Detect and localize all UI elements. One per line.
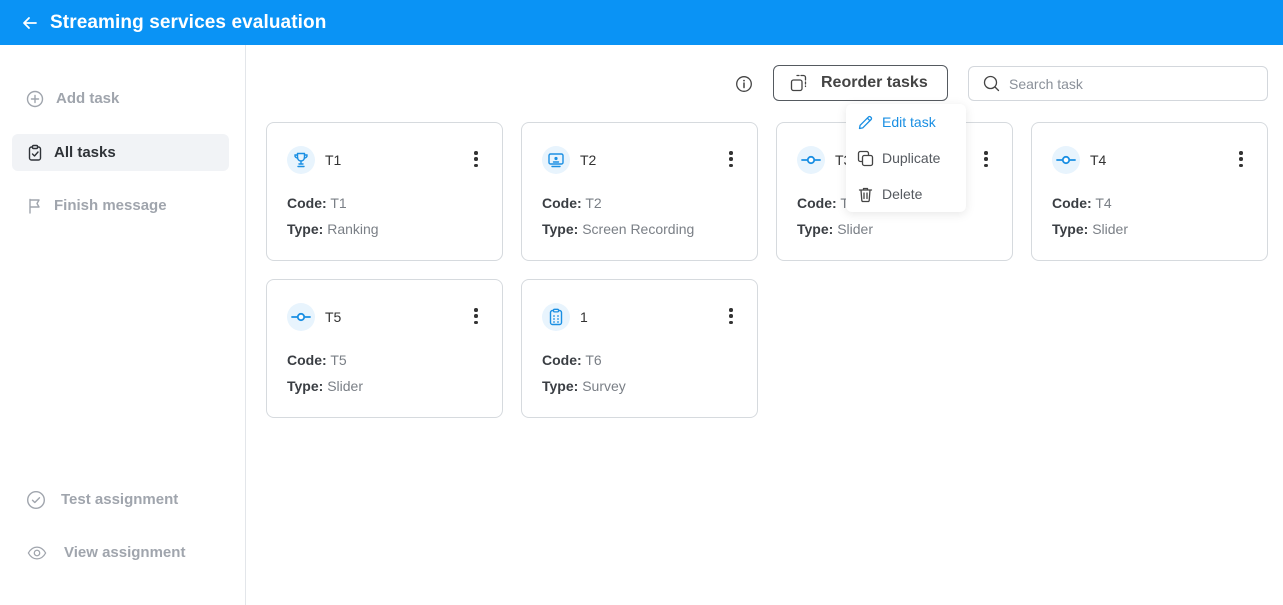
task-card-t4[interactable]: T4 Code: T4 Type: Slider bbox=[1031, 122, 1268, 261]
copy-icon bbox=[856, 149, 874, 167]
task-name: T4 bbox=[1090, 152, 1107, 168]
sidebar-item-test-assignment[interactable]: Test assignment bbox=[12, 481, 229, 518]
task-type: Type: Ranking bbox=[287, 221, 379, 237]
task-type: Type: Survey bbox=[542, 378, 626, 394]
info-icon[interactable] bbox=[734, 74, 754, 94]
menu-item-label: Duplicate bbox=[882, 150, 941, 166]
sidebar-item-view-assignment[interactable]: View assignment bbox=[12, 534, 229, 571]
reorder-icon bbox=[789, 73, 809, 93]
page-title: Streaming services evaluation bbox=[50, 11, 327, 33]
sidebar-item-all-tasks[interactable]: All tasks bbox=[12, 134, 229, 171]
arrow-left-icon[interactable] bbox=[20, 13, 40, 33]
slider-icon bbox=[797, 146, 825, 174]
task-name: T1 bbox=[325, 152, 342, 168]
sidebar-item-label: Add task bbox=[56, 90, 120, 107]
more-options-icon[interactable] bbox=[1233, 149, 1249, 169]
flag-icon bbox=[25, 196, 45, 216]
more-options-icon[interactable] bbox=[723, 149, 739, 169]
menu-item-label: Delete bbox=[882, 186, 923, 202]
task-code: Code: T5 bbox=[287, 352, 347, 368]
task-code: Code: T2 bbox=[542, 195, 602, 211]
pencil-icon bbox=[856, 113, 874, 131]
task-card-t6[interactable]: 1 Code: T6 Type: Survey bbox=[521, 279, 758, 418]
sidebar-item-label: Finish message bbox=[54, 197, 167, 214]
task-card-t1[interactable]: T1 Code: T1 Type: Ranking bbox=[266, 122, 503, 261]
top-bar: Streaming services evaluation bbox=[0, 0, 1283, 45]
task-card-t5[interactable]: T5 Code: T5 Type: Slider bbox=[266, 279, 503, 418]
task-card-t2[interactable]: T2 Code: T2 Type: Screen Recording bbox=[521, 122, 758, 261]
eye-icon bbox=[27, 543, 47, 563]
reorder-tasks-label: Reorder tasks bbox=[821, 74, 928, 91]
sidebar: Add task All tasks Finish message Test a… bbox=[0, 45, 246, 605]
more-options-icon[interactable] bbox=[468, 149, 484, 169]
slider-icon bbox=[1052, 146, 1080, 174]
trophy-icon bbox=[287, 146, 315, 174]
search-icon bbox=[982, 75, 1000, 93]
edit-task-menu-item[interactable]: Edit task bbox=[856, 110, 936, 134]
duplicate-menu-item[interactable]: Duplicate bbox=[856, 146, 940, 170]
delete-menu-item[interactable]: Delete bbox=[856, 182, 922, 206]
task-type: Type: Screen Recording bbox=[542, 221, 695, 237]
task-type: Type: Slider bbox=[1052, 221, 1128, 237]
sidebar-item-label: All tasks bbox=[54, 144, 116, 161]
more-options-icon[interactable] bbox=[978, 149, 994, 169]
task-code: Code: T1 bbox=[287, 195, 347, 211]
plus-circle-icon bbox=[25, 89, 45, 109]
task-type: Type: Slider bbox=[797, 221, 873, 237]
sidebar-item-add-task[interactable]: Add task bbox=[12, 80, 229, 117]
menu-item-label: Edit task bbox=[882, 114, 936, 130]
task-code: Code: T6 bbox=[542, 352, 602, 368]
task-name: T5 bbox=[325, 309, 342, 325]
slider-icon bbox=[287, 303, 315, 331]
reorder-tasks-button[interactable]: Reorder tasks bbox=[773, 65, 948, 101]
search-input[interactable] bbox=[1009, 75, 1249, 92]
screen-recording-icon bbox=[542, 146, 570, 174]
task-name: 1 bbox=[580, 309, 588, 325]
check-circle-icon bbox=[26, 490, 46, 510]
clipboard-check-icon bbox=[25, 143, 45, 163]
task-code: Code: T4 bbox=[1052, 195, 1112, 211]
task-context-menu: Edit task Duplicate Delete bbox=[846, 104, 966, 212]
task-name: T2 bbox=[580, 152, 597, 168]
trash-icon bbox=[856, 185, 874, 203]
sidebar-item-label: View assignment bbox=[64, 544, 186, 561]
sidebar-item-finish-message[interactable]: Finish message bbox=[12, 187, 229, 224]
sidebar-item-label: Test assignment bbox=[61, 491, 179, 508]
task-type: Type: Slider bbox=[287, 378, 363, 394]
search-box bbox=[968, 66, 1268, 101]
survey-icon bbox=[542, 303, 570, 331]
more-options-icon[interactable] bbox=[723, 306, 739, 326]
more-options-icon[interactable] bbox=[468, 306, 484, 326]
